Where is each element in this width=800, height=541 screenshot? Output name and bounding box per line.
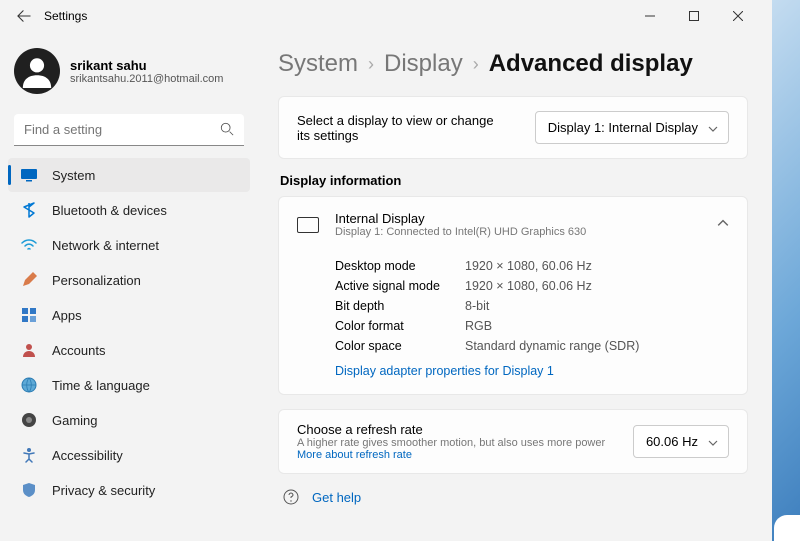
breadcrumb-current: Advanced display	[489, 50, 693, 78]
titlebar: Settings	[0, 0, 772, 32]
help-icon	[282, 488, 300, 506]
breadcrumb: System › Display › Advanced display	[278, 50, 748, 78]
info-row: Active signal mode1920 × 1080, 60.06 Hz	[335, 276, 729, 296]
select-display-label: Select a display to view or change its s…	[297, 113, 535, 143]
sidebar-item-bluetooth[interactable]: Bluetooth & devices	[8, 193, 250, 227]
sidebar-item-accounts[interactable]: Accounts	[8, 333, 250, 367]
sidebar-item-gaming[interactable]: Gaming	[8, 403, 250, 437]
dropdown-value: 60.06 Hz	[646, 434, 698, 449]
display-info-header[interactable]: Internal Display Display 1: Connected to…	[279, 197, 747, 252]
dropdown-value: Display 1: Internal Display	[548, 120, 698, 135]
display-dropdown[interactable]: Display 1: Internal Display	[535, 111, 729, 144]
sidebar-item-label: Privacy & security	[52, 483, 155, 498]
shield-icon	[20, 481, 38, 499]
globe-icon	[20, 376, 38, 394]
more-refresh-link[interactable]: More about refresh rate	[297, 449, 412, 461]
display-info-body: Desktop mode1920 × 1080, 60.06 Hz Active…	[279, 252, 747, 394]
sidebar-item-label: Time & language	[52, 378, 150, 393]
profile-email: srikantsahu.2011@hotmail.com	[70, 73, 223, 85]
accessibility-icon	[20, 446, 38, 464]
chevron-right-icon: ›	[368, 54, 374, 75]
sidebar-item-label: Apps	[52, 308, 82, 323]
get-help-row: Get help	[278, 474, 748, 520]
display-info-title: Internal Display	[335, 211, 701, 226]
get-help-link[interactable]: Get help	[312, 490, 361, 505]
sidebar: srikant sahu srikantsahu.2011@hotmail.co…	[0, 32, 254, 541]
display-info-card: Internal Display Display 1: Connected to…	[278, 196, 748, 395]
sidebar-item-accessibility[interactable]: Accessibility	[8, 438, 250, 472]
paint-icon	[20, 271, 38, 289]
sidebar-item-label: Personalization	[52, 273, 141, 288]
profile-name: srikant sahu	[70, 58, 223, 73]
accounts-icon	[20, 341, 38, 359]
sidebar-item-label: Accounts	[52, 343, 105, 358]
person-icon	[20, 54, 54, 88]
profile[interactable]: srikant sahu srikantsahu.2011@hotmail.co…	[8, 40, 250, 110]
main-content: System › Display › Advanced display Sele…	[254, 32, 772, 541]
nav: System Bluetooth & devices Network & int…	[8, 158, 250, 507]
breadcrumb-system[interactable]: System	[278, 50, 358, 78]
breadcrumb-display[interactable]: Display	[384, 50, 463, 78]
back-button[interactable]	[8, 0, 40, 32]
chevron-down-icon	[708, 122, 718, 137]
chevron-right-icon: ›	[473, 54, 479, 75]
chevron-down-icon	[708, 436, 718, 451]
select-display-card: Select a display to view or change its s…	[278, 96, 748, 159]
sidebar-item-network[interactable]: Network & internet	[8, 228, 250, 262]
info-row: Desktop mode1920 × 1080, 60.06 Hz	[335, 256, 729, 276]
adapter-properties-link[interactable]: Display adapter properties for Display 1	[335, 356, 554, 378]
sidebar-item-label: Bluetooth & devices	[52, 203, 167, 218]
window-title: Settings	[40, 9, 87, 23]
avatar	[14, 48, 60, 94]
minimize-button[interactable]	[632, 2, 668, 30]
system-icon	[20, 166, 38, 184]
info-row: Color formatRGB	[335, 316, 729, 336]
monitor-icon	[297, 217, 319, 233]
refresh-title: Choose a refresh rate	[297, 422, 633, 437]
search-icon	[220, 122, 234, 141]
sidebar-item-label: System	[52, 168, 95, 183]
sidebar-item-label: Network & internet	[52, 238, 159, 253]
maximize-button[interactable]	[676, 2, 712, 30]
sidebar-item-personalization[interactable]: Personalization	[8, 263, 250, 297]
close-button[interactable]	[720, 2, 756, 30]
wifi-icon	[20, 236, 38, 254]
refresh-rate-card: Choose a refresh rate A higher rate give…	[278, 409, 748, 474]
sidebar-item-time[interactable]: Time & language	[8, 368, 250, 402]
info-row: Color spaceStandard dynamic range (SDR)	[335, 336, 729, 356]
search-box	[14, 114, 244, 146]
sidebar-item-system[interactable]: System	[8, 158, 250, 192]
sidebar-item-privacy[interactable]: Privacy & security	[8, 473, 250, 507]
refresh-subtitle: A higher rate gives smoother motion, but…	[297, 437, 633, 461]
display-info-subtitle: Display 1: Connected to Intel(R) UHD Gra…	[335, 226, 701, 238]
search-input[interactable]	[14, 114, 244, 146]
apps-icon	[20, 306, 38, 324]
back-arrow-icon	[17, 9, 31, 23]
info-row: Bit depth8-bit	[335, 296, 729, 316]
gaming-icon	[20, 411, 38, 429]
sidebar-item-label: Accessibility	[52, 448, 123, 463]
desktop-background	[772, 0, 800, 541]
refresh-rate-dropdown[interactable]: 60.06 Hz	[633, 425, 729, 458]
bluetooth-icon	[20, 201, 38, 219]
chevron-up-icon	[717, 216, 729, 234]
section-label: Display information	[280, 173, 746, 188]
sidebar-item-apps[interactable]: Apps	[8, 298, 250, 332]
sidebar-item-label: Gaming	[52, 413, 98, 428]
